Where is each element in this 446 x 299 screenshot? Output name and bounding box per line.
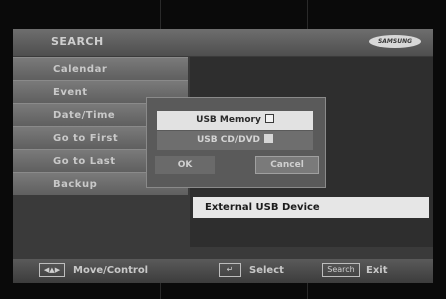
option-label: USB Memory — [196, 115, 261, 125]
option-usb-cd-dvd[interactable]: USB CD/DVD — [157, 131, 313, 150]
option-usb-memory[interactable]: USB Memory — [157, 111, 313, 130]
menu-item-label: Go to Last — [53, 156, 116, 167]
checkbox-checked-icon[interactable] — [264, 134, 274, 143]
ok-button[interactable]: OK — [155, 156, 215, 174]
submenu-item-label: External USB Device — [205, 202, 320, 213]
page-title: SEARCH — [51, 35, 104, 48]
option-label: USB CD/DVD — [196, 135, 261, 145]
select-label: Select — [249, 265, 284, 276]
title-bar: SEARCH SAMSUNG — [13, 29, 433, 56]
checkbox-unchecked-icon[interactable] — [264, 114, 274, 123]
search-key-icon: Search — [322, 263, 360, 277]
menu-item-label: Go to First — [53, 133, 119, 144]
move-control-label: Move/Control — [73, 265, 149, 276]
dpad-icon: ◀▲▶ — [39, 263, 65, 277]
menu-item-calendar[interactable]: Calendar — [13, 57, 188, 80]
enter-key-icon: ↵ — [219, 263, 241, 277]
exit-label: Exit — [366, 265, 388, 276]
footer-bar: ◀▲▶ Move/Control ↵ Select Search Exit — [13, 259, 433, 283]
usb-device-dialog: USB Memory USB CD/DVD OK Cancel — [146, 97, 326, 188]
cancel-button[interactable]: Cancel — [255, 156, 319, 174]
submenu-item-external-usb[interactable]: External USB Device — [193, 197, 429, 218]
menu-item-label: Calendar — [53, 64, 108, 75]
menu-item-label: Backup — [53, 179, 98, 190]
brand-logo: SAMSUNG — [369, 35, 421, 48]
menu-item-label: Date/Time — [53, 110, 116, 121]
menu-item-label: Event — [53, 87, 88, 98]
